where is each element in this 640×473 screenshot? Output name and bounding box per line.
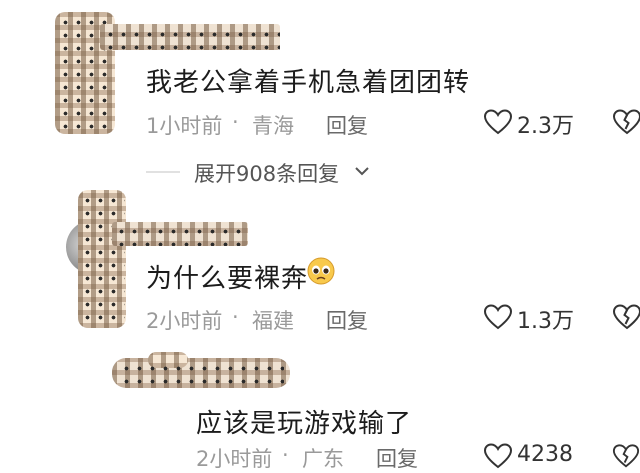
broken-heart-icon[interactable] [612,303,640,331]
reply-button[interactable]: 回复 [326,305,368,335]
comment-time: 2小时前 [196,447,273,471]
comment-time: 2小时前 [146,309,223,333]
expand-divider [146,171,180,173]
expand-replies-button[interactable]: 展开908条回复 [194,158,384,186]
comment-location: 青海 [252,114,294,138]
username-censored[interactable] [100,24,280,54]
comment-location: 广东 [302,447,344,471]
like-count: 4238 [517,442,573,467]
meta-separator: · [232,110,239,134]
username-censored[interactable] [112,352,292,392]
comment-location: 福建 [252,309,294,333]
broken-heart-icon[interactable] [612,108,640,136]
meta-separator: · [282,443,289,467]
heart-icon [483,303,513,331]
username-censored[interactable] [112,222,248,250]
like-button[interactable]: 4238 [483,440,583,471]
reply-button[interactable]: 回复 [376,443,418,473]
meta-separator: · [232,305,239,329]
broken-heart-icon[interactable] [612,442,640,470]
reply-button[interactable]: 回复 [326,110,368,140]
heart-icon [483,442,513,470]
like-button[interactable]: 1.3万 [483,301,583,334]
comment-text: 我老公拿着手机急着团团转 [146,68,471,98]
pleading-face-emoji [306,256,336,286]
heart-icon [483,108,513,136]
like-count: 1.3万 [517,309,574,334]
expand-replies-label: 展开908条回复 [194,162,340,186]
chevron-down-icon [354,165,370,177]
comment-time: 1小时前 [146,114,223,138]
like-button[interactable]: 2.3万 [483,106,583,139]
comment-text: 应该是玩游戏输了 [196,409,413,439]
like-count: 2.3万 [517,114,574,139]
avatar-censored [78,190,128,330]
comment-text: 为什么要裸奔 [146,264,309,294]
